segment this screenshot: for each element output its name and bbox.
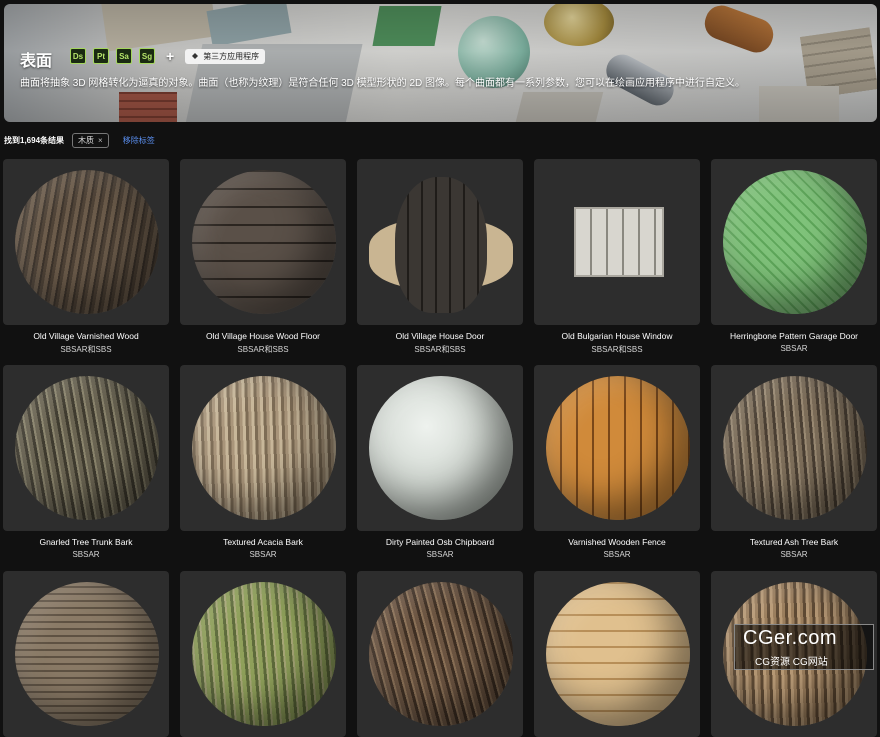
asset-name[interactable]: Textured Acacia Bark	[180, 537, 346, 547]
asset-format: SBSAR	[72, 550, 100, 559]
asset-card[interactable]: Herringbone Pattern Garage Door SBSAR	[711, 159, 877, 353]
asset-card[interactable]: Gnarled Tree Trunk Bark SBSAR	[3, 365, 169, 559]
asset-thumbnail[interactable]	[3, 365, 169, 531]
app-badge-sampler[interactable]: Sa	[116, 48, 132, 64]
plugin-icon	[192, 53, 199, 59]
asset-format: SBSAR和SBS	[414, 345, 466, 354]
asset-card[interactable]: Dirty Painted Osb Chipboard SBSAR	[357, 365, 523, 559]
asset-name[interactable]: Old Village House Wood Floor	[180, 331, 346, 341]
page-title: 表面	[20, 53, 53, 70]
plus-icon: +	[166, 48, 175, 64]
material-sphere	[192, 582, 336, 726]
asset-name[interactable]: Old Bulgarian House Window	[534, 331, 700, 341]
asset-thumbnail[interactable]	[180, 365, 346, 531]
watermark: CGer.com CG资源 CG网站	[734, 624, 874, 670]
asset-format: SBSAR和SBS	[237, 345, 289, 354]
material-sphere	[723, 170, 867, 314]
material-sphere	[369, 376, 513, 520]
asset-card[interactable]	[534, 571, 700, 737]
asset-format: SBSAR	[780, 550, 808, 559]
watermark-line2: CG资源 CG网站	[755, 657, 828, 668]
third-party-apps-badge[interactable]: 第三方应用程序	[185, 48, 266, 64]
material-sphere	[369, 582, 513, 726]
asset-card[interactable]: Old Village Varnished Wood SBSAR和SBS	[3, 159, 169, 355]
asset-format: SBSAR	[780, 344, 808, 353]
asset-card[interactable]	[3, 571, 169, 737]
asset-format: SBSAR和SBS	[591, 345, 643, 354]
app-badge-stager[interactable]: Sg	[139, 48, 155, 64]
third-party-apps-label: 第三方应用程序	[203, 51, 260, 61]
asset-name[interactable]: Varnished Wooden Fence	[534, 537, 700, 547]
asset-thumbnail[interactable]	[180, 159, 346, 325]
hero-banner: 表面 Ds Pt Sa Sg + 第三方应用程序 曲面将抽象 3D 网格转化为逼…	[4, 4, 877, 122]
asset-name[interactable]: Old Village House Door	[357, 331, 523, 341]
asset-card[interactable]: Old Village House Wood Floor SBSAR和SBS	[180, 159, 346, 355]
asset-name[interactable]: Gnarled Tree Trunk Bark	[3, 537, 169, 547]
asset-format: SBSAR和SBS	[60, 345, 112, 354]
asset-thumbnail[interactable]	[534, 571, 700, 737]
material-sphere	[546, 376, 690, 520]
asset-name[interactable]: Herringbone Pattern Garage Door	[711, 331, 877, 341]
asset-thumbnail[interactable]	[534, 365, 700, 531]
material-sphere	[546, 582, 690, 726]
asset-thumbnail[interactable]	[711, 159, 877, 325]
app-badge-designer[interactable]: Ds	[70, 48, 86, 64]
asset-thumbnail[interactable]	[3, 159, 169, 325]
watermark-line1: CGer.com	[743, 627, 838, 649]
filter-bar: 找到1,694条结果 木质 × 移除标签	[4, 131, 155, 149]
asset-format: SBSAR	[603, 550, 631, 559]
door-preview	[395, 177, 487, 313]
asset-card[interactable]	[180, 571, 346, 737]
window-preview	[574, 207, 664, 277]
asset-card[interactable]: Old Village House Door SBSAR和SBS	[357, 159, 523, 355]
asset-card[interactable]: Textured Acacia Bark SBSAR	[180, 365, 346, 559]
material-sphere	[192, 376, 336, 520]
material-sphere	[15, 170, 159, 314]
asset-card[interactable]	[357, 571, 523, 737]
filter-chip-wood[interactable]: 木质 ×	[72, 132, 109, 148]
material-sphere	[723, 376, 867, 520]
close-icon[interactable]: ×	[98, 136, 103, 145]
asset-card[interactable]: Textured Ash Tree Bark SBSAR	[711, 365, 877, 559]
asset-thumbnail[interactable]	[357, 365, 523, 531]
asset-thumbnail[interactable]	[180, 571, 346, 737]
hero-description: 曲面将抽象 3D 网格转化为逼真的对象。曲面（也称为纹理）是符合任何 3D 模型…	[20, 78, 746, 89]
remove-tags-link[interactable]: 移除标签	[123, 135, 155, 146]
asset-thumbnail[interactable]	[3, 571, 169, 737]
asset-name[interactable]: Textured Ash Tree Bark	[711, 537, 877, 547]
asset-thumbnail[interactable]	[534, 159, 700, 325]
app-badge-painter[interactable]: Pt	[93, 48, 109, 64]
app-badges: Ds Pt Sa Sg + 第三方应用程序	[70, 48, 266, 64]
asset-card[interactable]: Varnished Wooden Fence SBSAR	[534, 365, 700, 559]
results-count: 找到1,694条结果	[4, 135, 65, 145]
asset-format: SBSAR	[426, 550, 454, 559]
asset-thumbnail[interactable]	[711, 365, 877, 531]
asset-thumbnail[interactable]	[357, 159, 523, 325]
asset-card[interactable]: Old Bulgarian House Window SBSAR和SBS	[534, 159, 700, 355]
asset-format: SBSAR	[249, 550, 277, 559]
filter-chip-label: 木质	[78, 135, 95, 145]
asset-name[interactable]: Dirty Painted Osb Chipboard	[357, 537, 523, 547]
material-sphere	[15, 376, 159, 520]
material-sphere	[15, 582, 159, 726]
material-sphere	[192, 170, 336, 314]
asset-thumbnail[interactable]	[357, 571, 523, 737]
asset-name[interactable]: Old Village Varnished Wood	[3, 331, 169, 341]
